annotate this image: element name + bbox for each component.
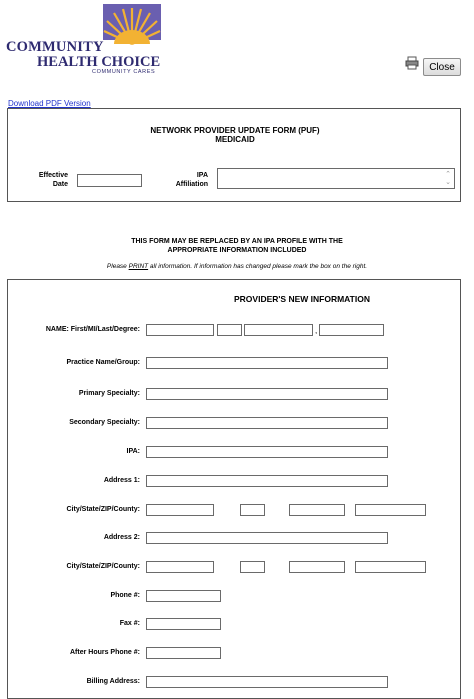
- address-1-field[interactable]: [146, 475, 388, 487]
- community-health-choice-logo: COMMUNITY HEALTH CHOICE COMMUNITY CARES: [6, 4, 162, 80]
- ipa-affiliation-label: IPA Affiliation: [175, 172, 208, 188]
- zip-2-field[interactable]: [289, 561, 345, 573]
- scroll-up-icon[interactable]: ⌃: [445, 171, 451, 179]
- zip-1-field[interactable]: [289, 504, 345, 516]
- city-2-field[interactable]: [146, 561, 214, 573]
- primary-specialty-label: Primary Specialty:: [78, 390, 140, 397]
- city-1-field[interactable]: [146, 504, 214, 516]
- secondary-specialty-label: Secondary Specialty:: [69, 419, 140, 426]
- name-comma: ,: [315, 326, 318, 335]
- first-name-field[interactable]: [146, 324, 214, 336]
- providers-new-info-box: PROVIDER'S NEW INFORMATION NAME: First/M…: [7, 279, 461, 699]
- primary-specialty-field[interactable]: [146, 388, 388, 400]
- practice-name-label: Practice Name/Group:: [66, 359, 140, 366]
- phone-label: Phone #:: [110, 592, 140, 599]
- ipa-label: IPA:: [126, 448, 140, 455]
- effective-date-field[interactable]: [77, 174, 142, 187]
- billing-address-label: Billing Address:: [86, 678, 140, 685]
- phone-field[interactable]: [146, 590, 221, 602]
- after-hours-phone-field[interactable]: [146, 647, 221, 659]
- last-name-field[interactable]: [244, 324, 313, 336]
- form-title: NETWORK PROVIDER UPDATE FORM (PUF): [150, 126, 320, 135]
- address-2-field[interactable]: [146, 532, 388, 544]
- county-2-field[interactable]: [355, 561, 426, 573]
- practice-name-field[interactable]: [146, 357, 388, 369]
- ipa-affiliation-textarea[interactable]: ⌃ ⌄: [217, 168, 455, 189]
- form-header-box: NETWORK PROVIDER UPDATE FORM (PUF) MEDIC…: [7, 108, 461, 202]
- close-button[interactable]: Close: [423, 58, 461, 76]
- effective-date-label: Effective Date: [38, 172, 68, 188]
- address-1-label: Address 1:: [103, 477, 140, 484]
- middle-initial-field[interactable]: [217, 324, 242, 336]
- degree-field[interactable]: [319, 324, 384, 336]
- section-title: PROVIDER'S NEW INFORMATION: [234, 294, 370, 304]
- state-1-field[interactable]: [240, 504, 265, 516]
- ipa-field[interactable]: [146, 446, 388, 458]
- city-state-zip-county-2-label: City/State/ZIP/County:: [66, 563, 140, 570]
- print-instruction: Please PRINT all information. If informa…: [106, 263, 368, 270]
- city-state-zip-county-1-label: City/State/ZIP/County:: [66, 506, 140, 513]
- fax-label: Fax #:: [119, 620, 140, 627]
- county-1-field[interactable]: [355, 504, 426, 516]
- download-pdf-link[interactable]: Download PDF Version: [8, 99, 91, 108]
- logo-tagline: COMMUNITY CARES: [92, 69, 156, 75]
- address-2-label: Address 2:: [103, 534, 140, 541]
- after-hours-phone-label: After Hours Phone #:: [69, 649, 140, 656]
- form-subtitle: MEDICAID: [215, 135, 255, 144]
- secondary-specialty-field[interactable]: [146, 417, 388, 429]
- notice-line-1: THIS FORM MAY BE REPLACED BY AN IPA PROF…: [131, 238, 343, 245]
- notice-line-2: APPROPRIATE INFORMATION INCLUDED: [167, 247, 307, 254]
- printer-icon[interactable]: [405, 56, 419, 70]
- billing-address-field[interactable]: [146, 676, 388, 688]
- scroll-down-icon[interactable]: ⌄: [445, 179, 451, 187]
- name-label: NAME: First/MI/Last/Degree:: [45, 326, 140, 333]
- state-2-field[interactable]: [240, 561, 265, 573]
- fax-field[interactable]: [146, 618, 221, 630]
